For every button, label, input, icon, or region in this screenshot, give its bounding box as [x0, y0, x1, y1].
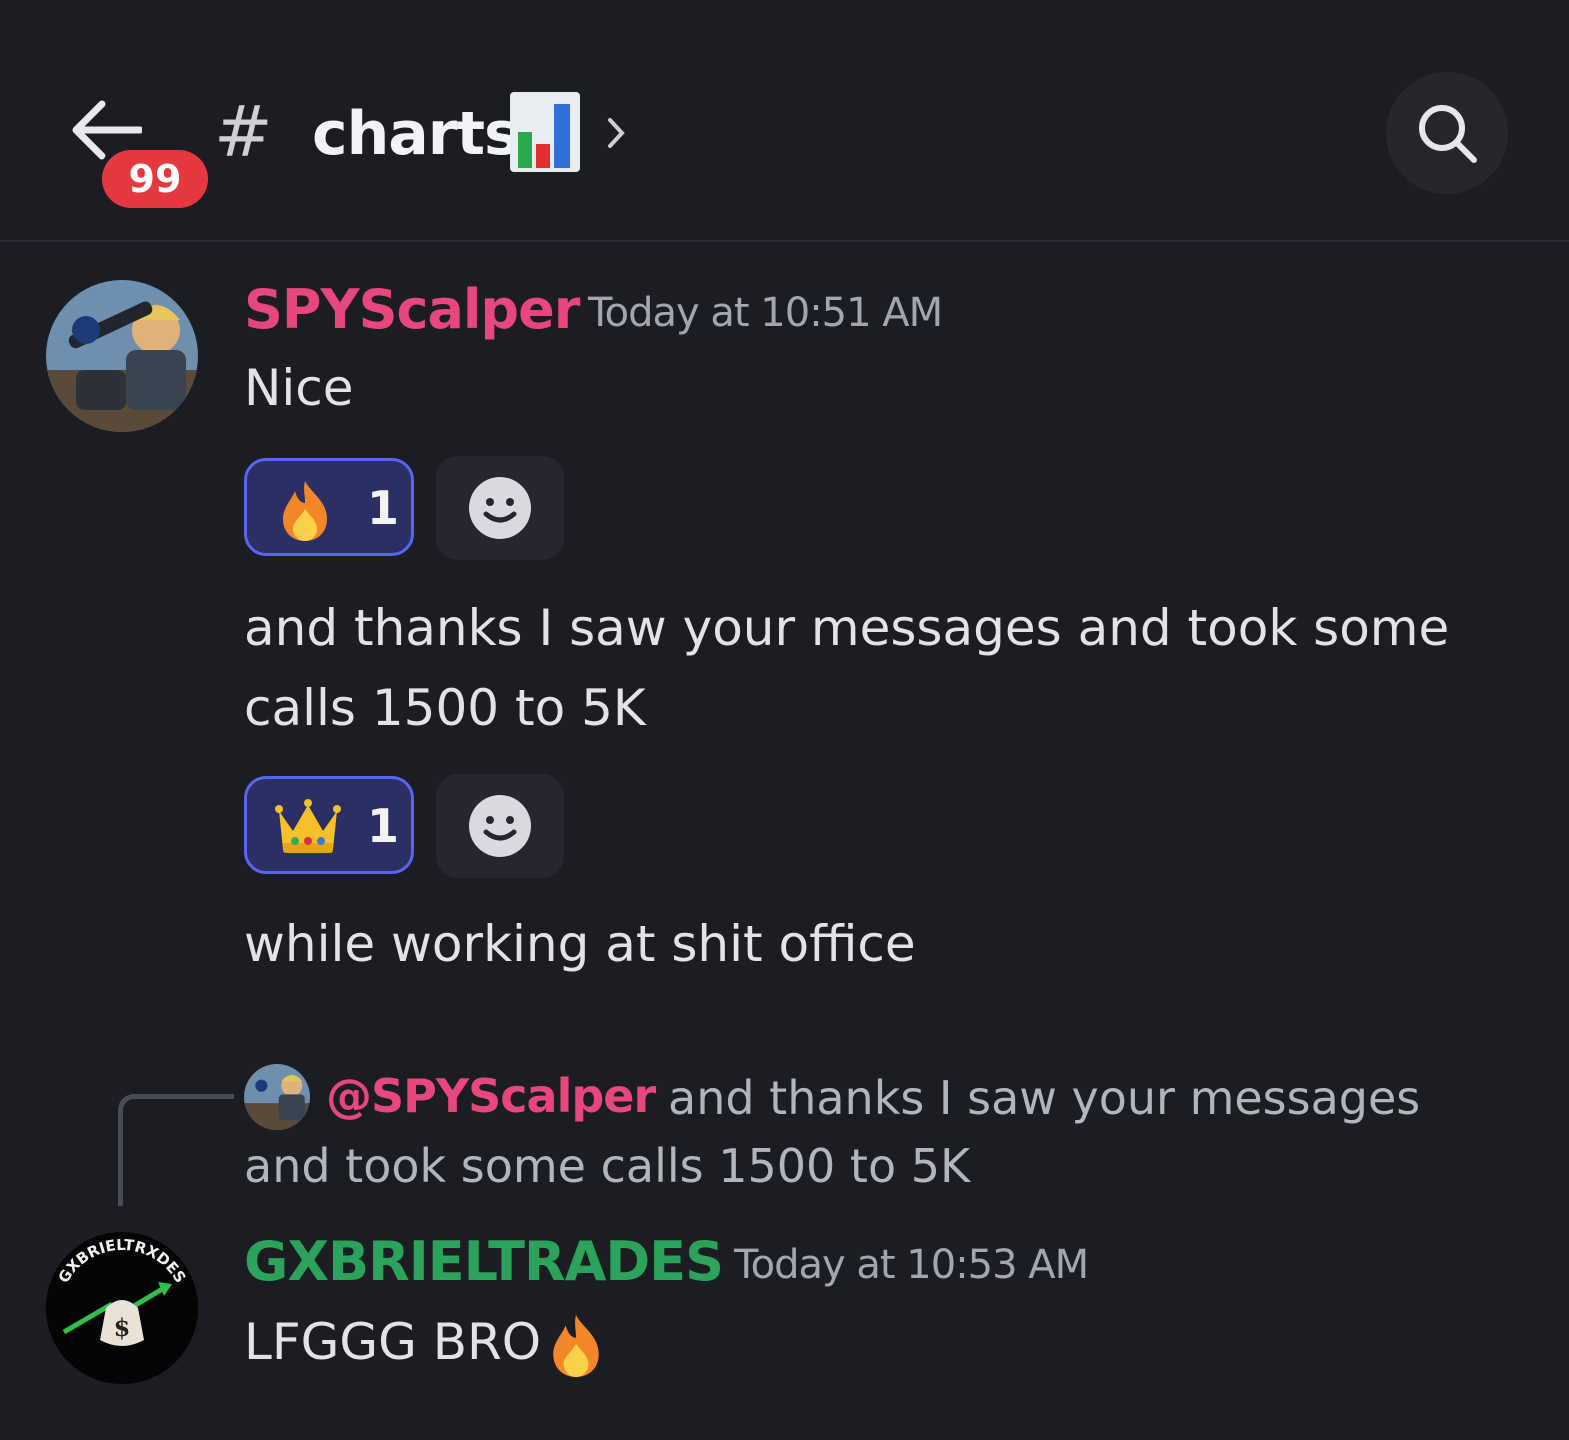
- reaction-crown[interactable]: 1: [244, 776, 414, 874]
- fire-emoji: [283, 481, 327, 541]
- message-timestamp: Today at 10:51 AM: [588, 290, 943, 336]
- message-text: LFGGG BRO: [244, 1313, 542, 1371]
- message-text: and thanks I saw your messages and took …: [244, 599, 1450, 737]
- search-button[interactable]: [1386, 72, 1508, 194]
- message-content: LFGGG BRO: [244, 1302, 1504, 1382]
- reply-connector: [118, 1094, 234, 1206]
- channel-header: 99 # charts: [0, 0, 1569, 242]
- add-reaction-button[interactable]: [436, 774, 564, 878]
- bar-chart-emoji: [510, 92, 580, 172]
- message-author[interactable]: SPYScalper: [244, 278, 580, 342]
- crown-emoji: [275, 799, 341, 853]
- avatar[interactable]: [46, 280, 198, 432]
- smiley-icon: [469, 795, 531, 857]
- channel-hash-icon: #: [214, 91, 273, 173]
- reaction-fire[interactable]: 1: [244, 458, 414, 556]
- add-reaction-button[interactable]: [436, 456, 564, 560]
- fire-emoji: [553, 1314, 599, 1377]
- chevron-right-icon[interactable]: [604, 112, 630, 154]
- search-icon: [1419, 105, 1477, 163]
- channel-name[interactable]: charts: [312, 96, 520, 172]
- message-text: while working at shit office: [244, 915, 916, 973]
- avatar[interactable]: GXBRIELTRXDES $: [46, 1232, 198, 1384]
- message-author[interactable]: GXBRIELTRADES: [244, 1230, 724, 1294]
- message-text: Nice: [244, 359, 354, 417]
- smiley-icon: [469, 477, 531, 539]
- reply-mention[interactable]: @SPYScalper: [326, 1066, 656, 1126]
- message-timestamp: Today at 10:53 AM: [734, 1242, 1089, 1288]
- reaction-count: 1: [367, 481, 400, 535]
- reaction-count: 1: [367, 799, 400, 853]
- svg-text:$: $: [114, 1313, 131, 1342]
- unread-badge: 99: [102, 150, 208, 208]
